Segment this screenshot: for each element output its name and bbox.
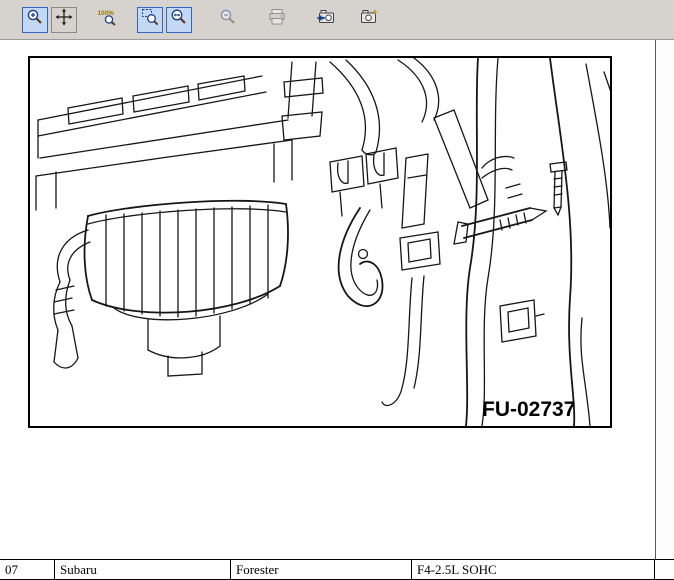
engine-diagram-svg: FU-02737 (30, 58, 610, 426)
image-viewer-window: 100% (0, 0, 674, 580)
image-back-button[interactable] (313, 7, 339, 33)
camera-icon (359, 8, 379, 31)
zoom-in-button[interactable] (22, 7, 48, 33)
pan-arrows-icon (55, 8, 73, 31)
magnifier-region-icon (141, 8, 159, 31)
vehicle-status-bar: 07 Subaru Forester F4-2.5L SOHC (0, 559, 674, 580)
figure-id-label: FU-02737 (482, 398, 575, 421)
magnifier-minus-icon (219, 8, 237, 31)
vertical-scrollbar[interactable] (655, 40, 674, 559)
zoom-region-button[interactable] (137, 7, 163, 33)
zoom-100-button[interactable]: 100% (94, 7, 120, 33)
image-capture-button[interactable] (356, 7, 382, 33)
status-model: Forester (231, 560, 412, 579)
zoom-out-button[interactable] (215, 7, 241, 33)
status-filler (655, 560, 674, 579)
printer-icon (268, 8, 286, 31)
viewer-toolbar: 100% (0, 0, 674, 40)
status-make: Subaru (55, 560, 231, 579)
camera-back-icon (316, 8, 336, 31)
magnifier-100-icon: 100% (97, 8, 117, 31)
pan-button[interactable] (51, 7, 77, 33)
print-button[interactable] (264, 7, 290, 33)
magnifier-width-icon (170, 8, 188, 31)
status-year: 07 (0, 560, 55, 579)
magnifier-plus-icon (26, 8, 44, 31)
engine-diagram-frame: FU-02737 (28, 56, 612, 428)
zoom-width-button[interactable] (166, 7, 192, 33)
status-engine: F4-2.5L SOHC (412, 560, 655, 579)
svg-text:100%: 100% (98, 10, 115, 17)
